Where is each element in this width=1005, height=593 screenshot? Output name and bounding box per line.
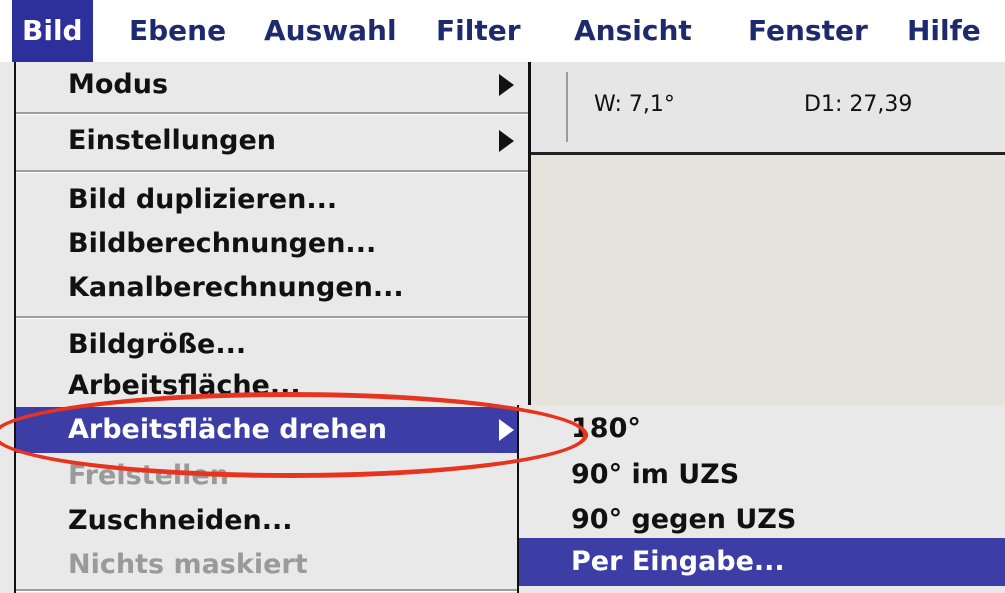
menu-hilfe[interactable]: Hilfe [907,0,981,62]
menu-ansicht[interactable]: Ansicht [574,0,692,62]
distance-readout: D1: 27,39 [804,92,913,117]
menu-item-zuschneiden[interactable]: Zuschneiden... [16,498,528,544]
submenu-item-180[interactable]: 180° [519,405,1005,453]
menu-item-label: Modus [68,69,169,100]
menu-separator [16,316,528,319]
bild-menu: Modus Einstellungen Bild duplizieren... … [14,62,531,593]
menu-item-bild-duplizieren[interactable]: Bild duplizieren... [16,177,528,223]
menu-bild[interactable]: Bild [12,0,93,62]
menu-separator [16,170,528,173]
submenu-item-90-cw[interactable]: 90° im UZS [519,451,1005,499]
window-edge [0,62,14,593]
menu-item-label: Einstellungen [68,125,277,156]
rotate-submenu: 180° 90° im UZS 90° gegen UZS Per Eingab… [517,405,1005,593]
submenu-arrow-icon [499,419,514,441]
menu-item-modus[interactable]: Modus [16,62,528,108]
menu-separator [16,589,528,592]
menu-ebene[interactable]: Ebene [129,0,226,62]
menu-auswahl[interactable]: Auswahl [264,0,397,62]
menu-item-kanalberechnungen[interactable]: Kanalberechnungen... [16,265,528,311]
submenu-item-90-ccw[interactable]: 90° gegen UZS [519,496,1005,544]
menu-item-freistellen: Freistellen [68,460,229,491]
toolbar-separator [566,72,568,142]
menu-item-arbeitsflaeche-drehen[interactable]: Arbeitsfläche drehen [16,407,528,453]
submenu-arrow-icon [499,130,514,152]
menu-item-label: Arbeitsfläche drehen [68,414,387,445]
menu-fenster[interactable]: Fenster [748,0,868,62]
document-canvas[interactable] [530,155,1005,405]
menu-filter[interactable]: Filter [436,0,521,62]
menu-separator [16,112,528,115]
menu-item-bildgroesse[interactable]: Bildgröße... [16,322,528,368]
menu-item-bildberechnungen[interactable]: Bildberechnungen... [16,221,528,267]
info-toolbar: W: 7,1° D1: 27,39 [530,62,1005,155]
submenu-arrow-icon [499,74,514,96]
menubar: Bild Ebene Auswahl Filter Ansicht Fenste… [0,0,1005,64]
menu-item-nichts-maskiert: Nichts maskiert [68,549,308,580]
menu-item-arbeitsflaeche[interactable]: Arbeitsfläche... [16,363,528,409]
submenu-item-per-eingabe[interactable]: Per Eingabe... [519,538,1005,586]
menu-item-einstellungen[interactable]: Einstellungen [16,118,528,164]
angle-readout: W: 7,1° [594,92,675,117]
